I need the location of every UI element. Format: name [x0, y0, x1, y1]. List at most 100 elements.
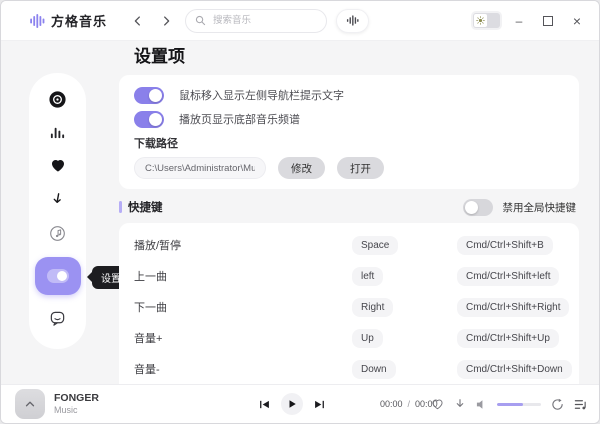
logo-soundbars-icon — [29, 13, 45, 29]
volume-icon[interactable] — [476, 399, 487, 410]
audio-wave-icon — [346, 14, 359, 27]
track-title: FONGER — [54, 392, 99, 405]
modify-path-button[interactable]: 修改 — [278, 157, 325, 179]
close-button[interactable]: × — [567, 11, 587, 31]
sidebar-item-ranking[interactable] — [48, 123, 68, 143]
app-window: 方格音乐 — [0, 0, 600, 424]
shortcut-row: 音量- Down Cmd/Ctrl+Shift+Down — [134, 353, 564, 384]
shortcut-global-key[interactable]: Cmd/Ctrl+Shift+left — [457, 267, 559, 286]
shortcut-global-key[interactable]: Cmd/Ctrl+Shift+B — [457, 236, 553, 255]
app-logo: 方格音乐 — [29, 11, 107, 30]
track-info: FONGER Music — [54, 392, 99, 416]
sidebar-item-discover[interactable] — [48, 89, 68, 109]
next-icon — [314, 399, 325, 410]
track-subtitle: Music — [54, 405, 99, 416]
page-title: 设置项 — [134, 47, 579, 67]
disable-global-shortcuts-toggle[interactable] — [463, 199, 493, 216]
download-arrow-icon — [50, 192, 65, 207]
previous-icon — [259, 399, 270, 410]
main-area: 设置 设置项 鼠标移入显示左侧导航栏提示文字 播放页显示底部音乐频谱 下载路径 … — [1, 41, 599, 386]
repeat-mode-button[interactable] — [551, 398, 564, 411]
sun-icon — [476, 16, 485, 25]
chart-bars-icon — [49, 124, 66, 141]
volume-slider-fill — [497, 403, 523, 406]
search-icon — [195, 15, 206, 26]
download-path-input[interactable] — [134, 157, 266, 179]
theme-toggle-knob — [474, 14, 487, 27]
shortcut-label: 音量- — [134, 361, 352, 377]
setting-row-nav-tooltip: 鼠标移入显示左侧导航栏提示文字 — [134, 83, 564, 107]
shortcut-row: 音量+ Up Cmd/Ctrl+Shift+Up — [134, 322, 564, 353]
disc-icon — [48, 90, 67, 109]
sidebar — [29, 73, 86, 349]
setting-label: 播放页显示底部音乐频谱 — [179, 111, 300, 127]
shortcuts-title: 快捷键 — [128, 199, 163, 215]
shortcut-global-key[interactable]: Cmd/Ctrl+Shift+Up — [457, 329, 559, 348]
app-title: 方格音乐 — [51, 11, 107, 30]
repeat-icon — [551, 398, 564, 411]
shortcut-key[interactable]: left — [352, 267, 383, 286]
shortcut-global-key[interactable]: Cmd/Ctrl+Shift+Down — [457, 360, 572, 379]
settings-page: 设置项 鼠标移入显示左侧导航栏提示文字 播放页显示底部音乐频谱 下载路径 修改 … — [119, 47, 579, 386]
player-bar: FONGER Music 00:00 / 00 — [1, 384, 599, 423]
audio-wave-button[interactable] — [336, 9, 369, 33]
general-settings-card: 鼠标移入显示左侧导航栏提示文字 播放页显示底部音乐频谱 下载路径 修改 打开 — [119, 75, 579, 189]
sidebar-item-feedback[interactable] — [48, 309, 68, 329]
setting-row-spectrum: 播放页显示底部音乐频谱 — [134, 107, 564, 131]
volume-slider[interactable] — [497, 403, 541, 406]
shortcut-key[interactable]: Down — [352, 360, 396, 379]
sidebar-item-favorites[interactable] — [48, 156, 68, 176]
nav-tooltip-toggle[interactable] — [134, 87, 164, 104]
forward-button[interactable] — [157, 12, 175, 30]
time-separator: / — [408, 399, 411, 409]
shortcut-key[interactable]: Space — [352, 236, 398, 255]
back-button[interactable] — [129, 12, 147, 30]
shortcut-global-key[interactable]: Cmd/Ctrl+Shift+Right — [457, 298, 569, 317]
sidebar-item-recent[interactable] — [48, 224, 68, 244]
play-icon — [287, 399, 297, 409]
next-track-button[interactable] — [314, 399, 325, 410]
section-accent-bar — [119, 201, 122, 213]
history-icon — [49, 225, 66, 242]
sidebar-item-settings[interactable] — [35, 257, 81, 295]
playlist-button[interactable] — [574, 398, 587, 411]
download-track-button[interactable] — [454, 398, 466, 410]
like-button[interactable] — [431, 398, 444, 411]
shortcuts-card: 播放/暂停 Space Cmd/Ctrl+Shift+B 上一曲 left Cm… — [119, 223, 579, 386]
shortcut-label: 下一曲 — [134, 299, 352, 315]
previous-track-button[interactable] — [259, 399, 270, 410]
playback-controls — [259, 393, 325, 415]
search-box[interactable] — [185, 9, 327, 33]
heart-icon — [50, 158, 66, 174]
download-icon — [454, 398, 466, 410]
search-input[interactable] — [211, 14, 317, 27]
shortcut-label: 音量+ — [134, 330, 352, 346]
shortcut-row: 上一曲 left Cmd/Ctrl+Shift+left — [134, 260, 564, 291]
setting-label: 鼠标移入显示左侧导航栏提示文字 — [179, 87, 344, 103]
album-art-placeholder[interactable] — [15, 389, 45, 419]
shortcut-key[interactable]: Up — [352, 329, 383, 348]
toggle-knob — [465, 201, 478, 214]
toggle-knob — [149, 113, 162, 126]
time-current: 00:00 — [380, 399, 403, 409]
top-bar: 方格音乐 — [1, 1, 599, 41]
sidebar-item-downloads[interactable] — [48, 190, 68, 210]
chevron-right-icon — [159, 14, 173, 28]
spectrum-toggle[interactable] — [134, 111, 164, 128]
playlist-icon — [574, 398, 587, 411]
download-path-label: 下载路径 — [134, 135, 564, 151]
play-button[interactable] — [281, 393, 303, 415]
history-nav — [129, 12, 175, 30]
time-display: 00:00 / 00:00 — [380, 399, 438, 409]
shortcut-row: 播放/暂停 Space Cmd/Ctrl+Shift+B — [134, 229, 564, 260]
shortcut-key[interactable]: Right — [352, 298, 393, 317]
toggle-knob — [149, 89, 162, 102]
disable-global-shortcuts-label: 禁用全局快捷键 — [503, 200, 577, 215]
download-path-row: 修改 打开 — [134, 157, 564, 179]
theme-toggle[interactable] — [473, 13, 500, 28]
maximize-button[interactable] — [538, 11, 558, 31]
minimize-button[interactable]: – — [509, 11, 529, 31]
shortcut-row: 下一曲 Right Cmd/Ctrl+Shift+Right — [134, 291, 564, 322]
open-path-button[interactable]: 打开 — [337, 157, 384, 179]
shortcuts-header: 快捷键 禁用全局快捷键 — [119, 199, 579, 215]
